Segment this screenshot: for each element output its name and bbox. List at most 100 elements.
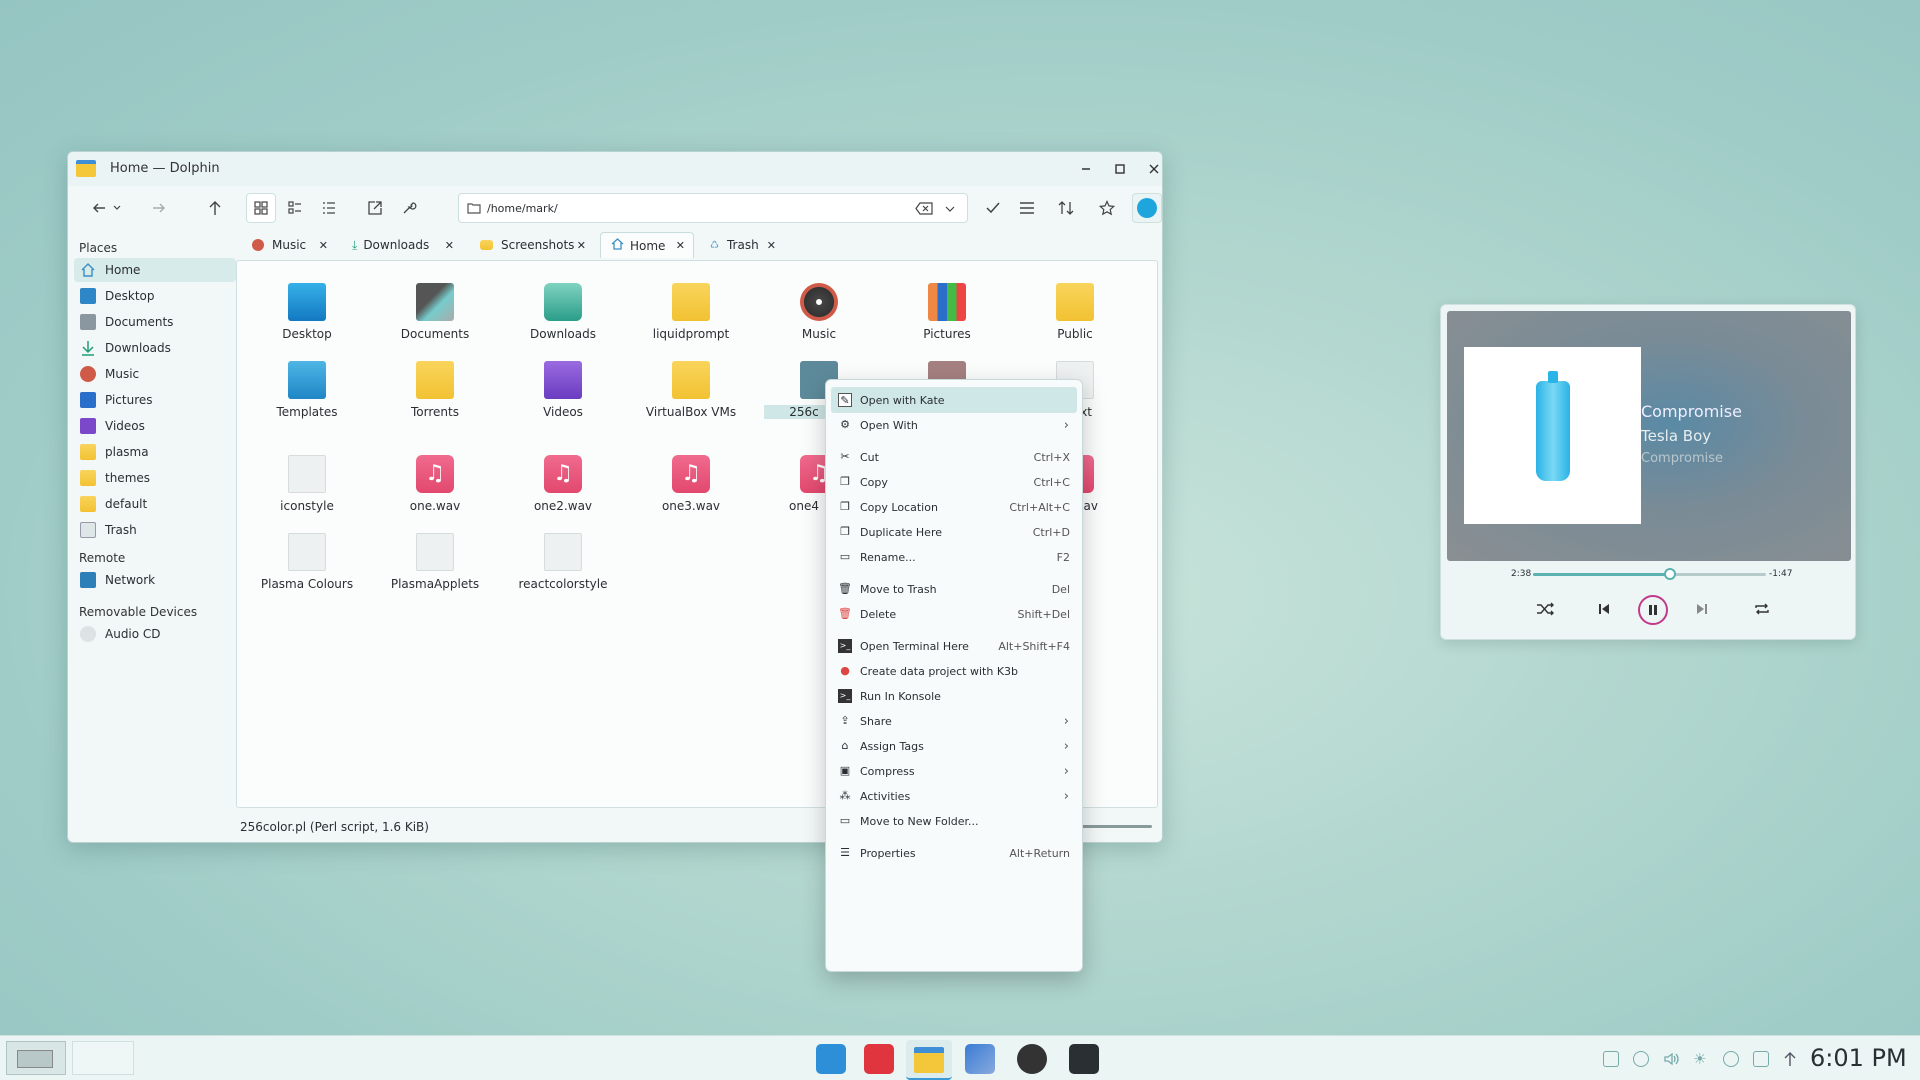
volume-icon[interactable] bbox=[1663, 1051, 1679, 1067]
file-item[interactable]: Desktop bbox=[252, 267, 362, 343]
menu-share[interactable]: ⇪ Share › bbox=[831, 708, 1077, 734]
file-item[interactable]: Pictures bbox=[892, 267, 1002, 343]
place-network[interactable]: Network bbox=[74, 568, 236, 592]
place-themes[interactable]: themes bbox=[74, 466, 236, 490]
network-tray-icon[interactable] bbox=[1723, 1051, 1739, 1067]
tab-screenshots[interactable]: Screenshots ✕ bbox=[470, 232, 594, 258]
file-item[interactable]: PlasmaApplets bbox=[380, 517, 490, 593]
seek-bar[interactable] bbox=[1533, 568, 1766, 580]
clear-location-icon[interactable] bbox=[915, 202, 933, 215]
forward-button[interactable] bbox=[144, 193, 174, 223]
repeat-icon[interactable] bbox=[1750, 597, 1774, 621]
file-item[interactable]: liquidprompt bbox=[636, 267, 746, 343]
minimize-icon[interactable] bbox=[1076, 159, 1096, 179]
file-item[interactable]: Templates bbox=[252, 345, 362, 421]
seek-handle[interactable] bbox=[1664, 568, 1677, 580]
place-documents[interactable]: Documents bbox=[74, 310, 236, 334]
dolphin-task[interactable] bbox=[906, 1040, 952, 1080]
split-view-button[interactable] bbox=[360, 193, 390, 223]
menu-k3b-project[interactable]: ● Create data project with K3b bbox=[831, 658, 1077, 684]
select-button[interactable] bbox=[978, 193, 1008, 223]
menu-run-in-konsole[interactable]: >_ Run In Konsole bbox=[831, 683, 1077, 709]
place-music[interactable]: Music bbox=[74, 362, 236, 386]
desktop-pager-1[interactable] bbox=[6, 1041, 66, 1075]
place-videos[interactable]: Videos bbox=[74, 414, 236, 438]
menu-duplicate-here[interactable]: ❐ Duplicate Here Ctrl+D bbox=[831, 519, 1077, 545]
up-button[interactable] bbox=[200, 193, 230, 223]
icons-view-button[interactable] bbox=[246, 193, 276, 223]
brightness-icon[interactable]: ☀ bbox=[1693, 1051, 1709, 1067]
next-icon[interactable] bbox=[1690, 597, 1714, 621]
hamburger-menu-icon[interactable] bbox=[1012, 193, 1042, 223]
place-desktop[interactable]: Desktop bbox=[74, 284, 236, 308]
menu-open-with-kate[interactable]: ✎ Open with Kate bbox=[831, 387, 1077, 413]
file-item[interactable]: Downloads bbox=[508, 267, 618, 343]
file-item[interactable]: iconstyle bbox=[252, 439, 362, 515]
file-item[interactable]: ♫ one3.wav bbox=[636, 439, 746, 515]
place-default[interactable]: default bbox=[74, 492, 236, 516]
menu-open-terminal-here[interactable]: >_ Open Terminal Here Alt+Shift+F4 bbox=[831, 633, 1077, 659]
tab-trash[interactable]: ♺ Trash ✕ bbox=[700, 232, 784, 258]
star-icon[interactable] bbox=[1092, 193, 1122, 223]
title-bar[interactable]: Home — Dolphin bbox=[68, 152, 1162, 186]
clipboard-icon[interactable] bbox=[1603, 1051, 1619, 1067]
menu-compress[interactable]: ▣ Compress › bbox=[831, 758, 1077, 784]
menu-copy[interactable]: ❐ Copy Ctrl+C bbox=[831, 469, 1077, 495]
file-item[interactable]: Plasma Colours bbox=[252, 517, 362, 593]
menu-cut[interactable]: ✂ Cut Ctrl+X bbox=[831, 444, 1077, 470]
clock[interactable]: 6:01 PM bbox=[1810, 1044, 1907, 1072]
menu-copy-location[interactable]: ❐ Copy Location Ctrl+Alt+C bbox=[831, 494, 1077, 520]
close-tab-icon[interactable]: ✕ bbox=[577, 239, 586, 252]
compact-view-button[interactable] bbox=[280, 193, 310, 223]
menu-assign-tags[interactable]: ⌂ Assign Tags › bbox=[831, 733, 1077, 759]
maximize-icon[interactable] bbox=[1110, 159, 1130, 179]
share-activity-icon[interactable] bbox=[1132, 193, 1162, 223]
media-tray-icon[interactable] bbox=[1633, 1051, 1649, 1067]
kde-connect-icon[interactable] bbox=[816, 1044, 846, 1074]
file-item[interactable]: ♫ one2.wav bbox=[508, 439, 618, 515]
close-tab-icon[interactable]: ✕ bbox=[767, 239, 776, 252]
menu-move-to-trash[interactable]: 🗑 Move to Trash Del bbox=[831, 576, 1077, 602]
place-trash[interactable]: Trash bbox=[74, 518, 236, 542]
menu-activities[interactable]: ⁂ Activities › bbox=[831, 783, 1077, 809]
file-item[interactable]: Public bbox=[1020, 267, 1130, 343]
vivaldi-icon[interactable] bbox=[864, 1044, 894, 1074]
place-pictures[interactable]: Pictures bbox=[74, 388, 236, 412]
file-item[interactable]: ♫ one.wav bbox=[380, 439, 490, 515]
file-item[interactable]: VirtualBox VMs bbox=[636, 345, 746, 421]
file-item[interactable]: reactcolorstyle bbox=[508, 517, 618, 593]
sort-icon[interactable] bbox=[1051, 193, 1081, 223]
file-item[interactable]: Torrents bbox=[380, 345, 490, 421]
details-view-button[interactable] bbox=[314, 193, 344, 223]
file-item[interactable]: Music bbox=[764, 267, 874, 343]
chevron-down-icon[interactable] bbox=[945, 205, 955, 213]
krita-icon[interactable] bbox=[965, 1044, 995, 1074]
shuffle-icon[interactable] bbox=[1533, 597, 1557, 621]
zoom-slider[interactable] bbox=[1082, 825, 1152, 828]
expand-tray-icon[interactable] bbox=[1783, 1051, 1799, 1067]
place-plasma[interactable]: plasma bbox=[74, 440, 236, 464]
close-tab-icon[interactable]: ✕ bbox=[445, 239, 454, 252]
back-button[interactable] bbox=[84, 193, 128, 223]
close-icon[interactable] bbox=[1144, 159, 1162, 179]
place-home[interactable]: Home bbox=[74, 258, 236, 282]
previous-icon[interactable] bbox=[1592, 597, 1616, 621]
file-item[interactable]: Documents bbox=[380, 267, 490, 343]
tab-home[interactable]: Home ✕ bbox=[600, 232, 694, 258]
tab-music[interactable]: Music ✕ bbox=[242, 232, 336, 258]
menu-properties[interactable]: ☰ Properties Alt+Return bbox=[831, 840, 1077, 866]
desktop-pager-2[interactable] bbox=[72, 1041, 134, 1075]
wrench-icon[interactable] bbox=[394, 193, 424, 223]
media-player-icon[interactable] bbox=[1017, 1044, 1047, 1074]
close-tab-icon[interactable]: ✕ bbox=[676, 239, 685, 252]
menu-open-with[interactable]: ⚙ Open With › bbox=[831, 412, 1077, 438]
menu-rename[interactable]: ▭ Rename... F2 bbox=[831, 544, 1077, 570]
close-tab-icon[interactable]: ✕ bbox=[319, 239, 328, 252]
location-bar[interactable]: /home/mark/ bbox=[458, 193, 968, 223]
menu-move-to-new-folder[interactable]: ▭ Move to New Folder... bbox=[831, 808, 1077, 834]
file-item[interactable]: Videos bbox=[508, 345, 618, 421]
konsole-icon[interactable] bbox=[1069, 1044, 1099, 1074]
tab-downloads[interactable]: ⤓ Downloads ✕ bbox=[342, 232, 462, 258]
place-downloads[interactable]: Downloads bbox=[74, 336, 236, 360]
menu-delete[interactable]: 🗑 Delete Shift+Del bbox=[831, 601, 1077, 627]
